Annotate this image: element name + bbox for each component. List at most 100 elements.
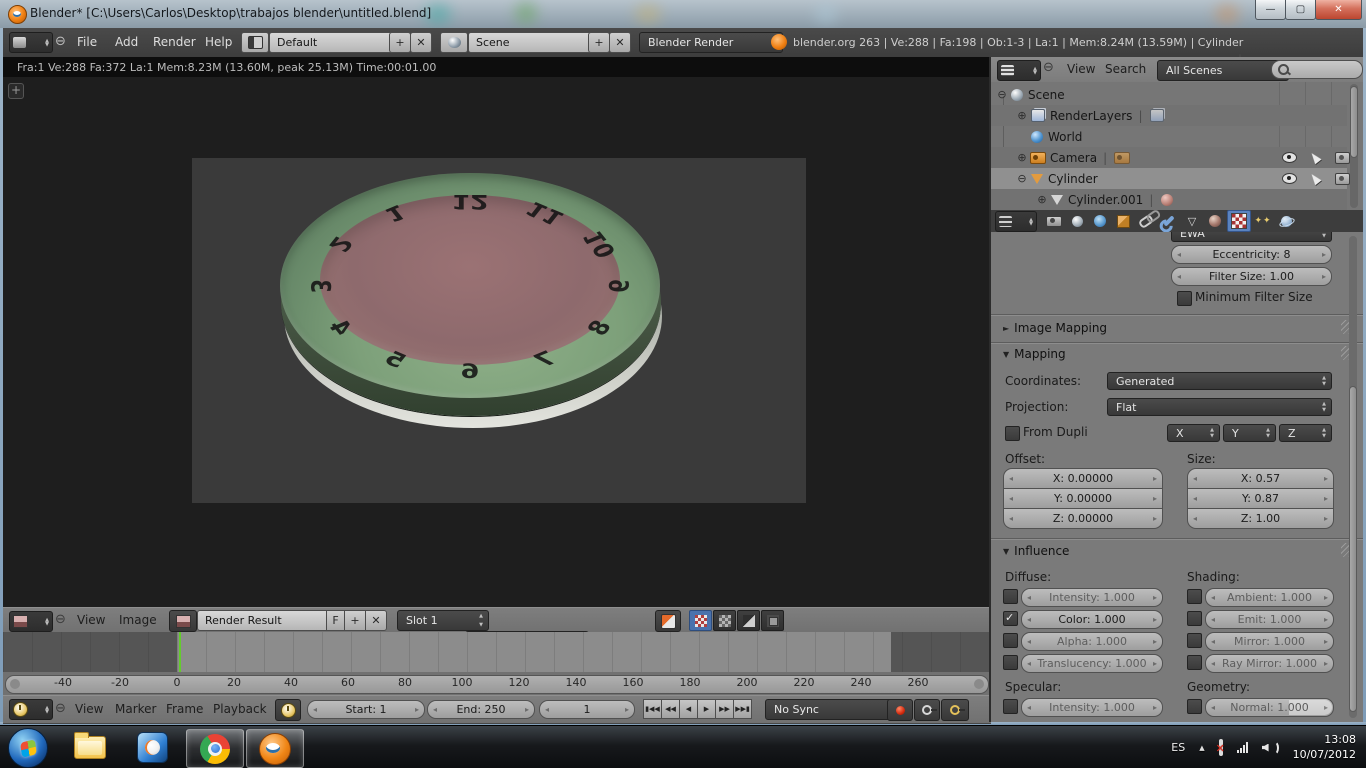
- outliner-filter-dropdown[interactable]: All Scenes: [1157, 60, 1289, 81]
- tab-object-data[interactable]: ▽: [1181, 211, 1203, 231]
- shading-ambient-checkbox[interactable]: [1187, 589, 1202, 604]
- axis-y-dropdown[interactable]: Y: [1223, 424, 1276, 442]
- current-frame-field[interactable]: 1: [539, 700, 635, 719]
- volume-icon[interactable]: [1261, 740, 1279, 755]
- diffuse-intensity-slider[interactable]: Intensity: 1.000: [1021, 588, 1163, 607]
- shading-raymirror-slider[interactable]: Ray Mirror: 1.000: [1205, 654, 1334, 673]
- taskbar-explorer-button[interactable]: [62, 729, 118, 766]
- diffuse-intensity-checkbox[interactable]: [1003, 589, 1018, 604]
- keying-set-button[interactable]: [914, 699, 940, 721]
- menu-frame[interactable]: Frame: [166, 702, 203, 716]
- influence-panel-header[interactable]: ▼ Influence: [1003, 544, 1069, 558]
- taskbar-blender-button[interactable]: [246, 729, 304, 768]
- outliner-row-camera[interactable]: ⊕ Camera |: [991, 147, 1350, 168]
- maximize-button[interactable]: ▢: [1285, 0, 1316, 20]
- draw-channel-color-alpha-icon[interactable]: [713, 610, 736, 631]
- offset-y-slider[interactable]: Y: 0.00000: [1003, 489, 1163, 509]
- menu-render[interactable]: Render: [153, 35, 196, 49]
- jump-to-start-button[interactable]: ▮◀◀: [643, 699, 662, 719]
- playback-range-lock-button[interactable]: [275, 699, 301, 721]
- delete-scene-button[interactable]: ✕: [609, 32, 631, 53]
- editor-type-selector[interactable]: ▲ ▼: [995, 211, 1037, 232]
- renderability-toggle-camera-icon[interactable]: [1335, 173, 1350, 185]
- play-reverse-button[interactable]: ◀: [679, 699, 698, 719]
- shading-mirror-checkbox[interactable]: [1187, 633, 1202, 648]
- renderability-toggle-camera-icon[interactable]: [1335, 152, 1350, 164]
- tab-world[interactable]: [1089, 211, 1111, 231]
- new-image-button[interactable]: +: [344, 610, 366, 631]
- window-titlebar[interactable]: Blender* [C:\Users\Carlos\Desktop\trabaj…: [0, 0, 1366, 29]
- outliner-row-cylinder[interactable]: ⊖ Cylinder: [991, 168, 1350, 189]
- diffuse-alpha-slider[interactable]: Alpha: 1.000: [1021, 632, 1163, 651]
- projection-dropdown[interactable]: Flat: [1107, 398, 1332, 416]
- taskbar-chrome-button[interactable]: [186, 729, 244, 768]
- menu-help[interactable]: Help: [205, 35, 232, 49]
- expand-icon[interactable]: ⊕: [1015, 109, 1029, 122]
- collapse-menus-icon[interactable]: ⊖: [55, 702, 66, 715]
- outliner-scrollbar[interactable]: [1350, 84, 1358, 208]
- tab-particles[interactable]: ✦✦: [1252, 211, 1274, 231]
- render-engine-dropdown[interactable]: Blender Render: [639, 32, 783, 53]
- play-button[interactable]: ▶: [697, 699, 716, 719]
- tab-texture[interactable]: [1227, 210, 1251, 232]
- tab-object[interactable]: [1112, 211, 1134, 231]
- image-name-field[interactable]: Render Result: [197, 610, 341, 631]
- tray-clock[interactable]: 13:08 10/07/2012: [1293, 733, 1356, 763]
- add-scene-button[interactable]: +: [588, 32, 610, 53]
- shading-emit-checkbox[interactable]: [1187, 611, 1202, 626]
- screen-layout-browse-button[interactable]: [241, 32, 269, 53]
- draw-channel-zbuffer-icon[interactable]: [761, 610, 784, 631]
- visibility-toggle-eye-icon[interactable]: [1282, 173, 1297, 184]
- add-layout-button[interactable]: +: [389, 32, 411, 53]
- diffuse-alpha-checkbox[interactable]: [1003, 633, 1018, 648]
- eccentricity-slider[interactable]: Eccentricity: 8: [1171, 245, 1332, 264]
- menu-add[interactable]: Add: [115, 35, 138, 49]
- image-browse-button[interactable]: [169, 610, 197, 632]
- coordinates-dropdown[interactable]: Generated: [1107, 372, 1332, 390]
- slot-dropdown[interactable]: Slot 1: [397, 610, 489, 631]
- draw-channel-alpha-icon[interactable]: [737, 610, 760, 631]
- outliner-row-cylinder-data[interactable]: ⊕ Cylinder.001 |: [991, 189, 1347, 210]
- filter-type-dropdown[interactable]: EWA: [1171, 232, 1332, 242]
- menu-marker[interactable]: Marker: [115, 702, 156, 716]
- tab-constraints[interactable]: [1135, 211, 1157, 231]
- screen-layout-name-field[interactable]: Default: [269, 32, 403, 53]
- tab-scene[interactable]: [1066, 211, 1088, 231]
- fake-user-button[interactable]: F: [326, 610, 345, 631]
- delete-layout-button[interactable]: ✕: [410, 32, 432, 53]
- editor-type-selector[interactable]: ▲ ▼: [9, 611, 53, 632]
- selectability-toggle-cursor-icon[interactable]: [1308, 171, 1322, 186]
- diffuse-color-checkbox[interactable]: [1003, 611, 1018, 626]
- editor-type-selector[interactable]: ▲ ▼: [9, 32, 53, 53]
- collapse-icon[interactable]: ⊖: [995, 88, 1009, 101]
- specular-intensity-slider[interactable]: Intensity: 1.000: [1021, 698, 1163, 717]
- jump-to-end-button[interactable]: ▶▶▮: [733, 699, 752, 719]
- tab-modifiers[interactable]: [1158, 211, 1180, 231]
- insert-keyframe-button[interactable]: [941, 699, 969, 721]
- menu-view[interactable]: View: [75, 702, 103, 716]
- expand-icon[interactable]: ⊕: [1035, 193, 1049, 206]
- menu-search[interactable]: Search: [1105, 62, 1146, 76]
- collapse-menus-icon[interactable]: ⊖: [55, 613, 66, 626]
- render-viewport[interactable]: + 1 2 3 4 5 6 7 8 9 10 11 12: [3, 77, 991, 607]
- visibility-toggle-eye-icon[interactable]: [1282, 152, 1297, 163]
- end-frame-slider[interactable]: End: 250: [427, 700, 535, 719]
- draw-channel-color-icon[interactable]: [689, 610, 712, 631]
- diffuse-translucency-slider[interactable]: Translucency: 1.000: [1021, 654, 1163, 673]
- timeline-ruler[interactable]: -40 -20 0 20 40 60 80 100 120 140 160 18…: [3, 672, 991, 695]
- outliner-row-scene[interactable]: ⊖ Scene: [991, 84, 1347, 105]
- menu-view[interactable]: View: [1067, 62, 1095, 76]
- start-button[interactable]: [8, 728, 48, 768]
- collapse-menus-icon[interactable]: ⊖: [1043, 61, 1054, 74]
- offset-x-slider[interactable]: X: 0.00000: [1003, 468, 1163, 489]
- size-z-slider[interactable]: Z: 1.00: [1187, 509, 1334, 529]
- shading-emit-slider[interactable]: Emit: 1.000: [1205, 610, 1334, 629]
- editor-type-selector[interactable]: ▲ ▼: [997, 60, 1041, 81]
- timeline-canvas[interactable]: [3, 632, 991, 672]
- collapse-icon[interactable]: ⊖: [1015, 172, 1029, 185]
- outliner-search-input[interactable]: [1271, 60, 1363, 79]
- properties-scrollbar[interactable]: [1349, 236, 1357, 718]
- close-button[interactable]: ✕: [1315, 0, 1362, 20]
- record-button[interactable]: [887, 699, 913, 721]
- minimum-filter-size-checkbox[interactable]: [1177, 291, 1192, 306]
